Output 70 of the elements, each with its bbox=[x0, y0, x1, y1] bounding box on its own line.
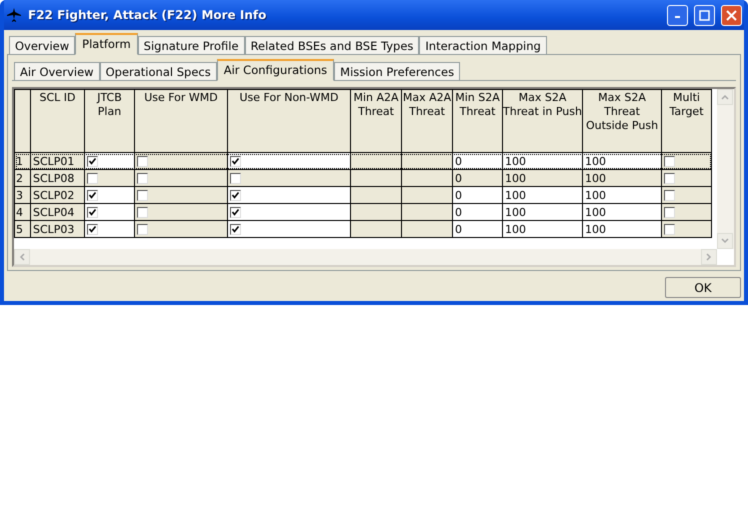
maximize-icon[interactable] bbox=[694, 4, 715, 26]
row-number: 5 bbox=[14, 220, 30, 238]
table-cell: 0 bbox=[452, 220, 502, 238]
checkbox[interactable] bbox=[87, 172, 98, 184]
table-cell: SCLP02 bbox=[30, 186, 84, 204]
checkbox[interactable] bbox=[664, 172, 675, 184]
tab[interactable]: Operational Specs bbox=[100, 62, 217, 81]
checkbox[interactable] bbox=[137, 206, 148, 218]
row-number: 4 bbox=[14, 204, 30, 220]
column-header: Max A2A Threat bbox=[402, 90, 452, 152]
column-header: Min A2A Threat bbox=[350, 90, 402, 152]
column-header: JTCB Plan bbox=[84, 90, 134, 152]
airplane-icon bbox=[6, 7, 22, 23]
checkbox[interactable] bbox=[87, 224, 98, 235]
checkbox[interactable] bbox=[230, 224, 241, 235]
checkbox[interactable] bbox=[664, 206, 675, 218]
checkbox[interactable] bbox=[230, 206, 241, 218]
table-cell: SCLP08 bbox=[30, 170, 84, 186]
table-cell: 0 bbox=[452, 170, 502, 186]
table-cell: 0 bbox=[452, 204, 502, 220]
checkbox[interactable] bbox=[664, 224, 675, 235]
tab[interactable]: Air Overview bbox=[14, 62, 100, 81]
tab[interactable]: Interaction Mapping bbox=[419, 36, 547, 55]
checkbox[interactable] bbox=[87, 156, 98, 167]
tab[interactable]: Related BSEs and BSE Types bbox=[244, 36, 420, 55]
tab[interactable]: Mission Preferences bbox=[334, 62, 460, 81]
table-cell: 100 bbox=[582, 152, 662, 170]
column-header: Min S2A Threat bbox=[452, 90, 502, 152]
checkbox[interactable] bbox=[664, 190, 675, 201]
close-icon[interactable] bbox=[721, 4, 742, 26]
column-header: Max S2A Threat in Push bbox=[502, 90, 582, 152]
minimize-icon[interactable] bbox=[667, 4, 688, 26]
column-header: Max S2A Threat Outside Push bbox=[582, 90, 662, 152]
tab[interactable]: Platform bbox=[75, 33, 138, 55]
window-title: F22 Fighter, Attack (F22) More Info bbox=[28, 8, 268, 22]
table-cell: SCLP01 bbox=[30, 152, 84, 170]
checkbox[interactable] bbox=[137, 190, 148, 201]
table-cell: 100 bbox=[582, 204, 662, 220]
table-cell: SCLP04 bbox=[30, 204, 84, 220]
checkbox[interactable] bbox=[230, 172, 241, 184]
row-number: 3 bbox=[14, 186, 30, 204]
checkbox[interactable] bbox=[230, 156, 241, 167]
checkbox[interactable] bbox=[230, 190, 241, 201]
table-cell: 100 bbox=[502, 204, 582, 220]
checkbox[interactable] bbox=[664, 156, 675, 167]
tab[interactable]: Overview bbox=[9, 36, 76, 55]
checkbox[interactable] bbox=[137, 156, 148, 167]
table-cell: 0 bbox=[452, 186, 502, 204]
column-header: SCL ID bbox=[30, 90, 84, 152]
column-header: Use For WMD bbox=[134, 90, 228, 152]
table-cell: 100 bbox=[582, 170, 662, 186]
table-cell: 100 bbox=[582, 220, 662, 238]
table-cell: 100 bbox=[502, 186, 582, 204]
tab[interactable]: Air Configurations bbox=[216, 59, 334, 81]
table-cell: 0 bbox=[452, 152, 502, 170]
table-cell: 100 bbox=[502, 170, 582, 186]
table-cell: 100 bbox=[582, 186, 662, 204]
checkbox[interactable] bbox=[87, 206, 98, 218]
row-number: 1 bbox=[14, 152, 30, 170]
checkbox[interactable] bbox=[137, 224, 148, 235]
tab[interactable]: Signature Profile bbox=[138, 36, 245, 55]
row-number: 2 bbox=[14, 170, 30, 186]
checkbox[interactable] bbox=[137, 172, 148, 184]
ok-button[interactable]: OK bbox=[665, 277, 741, 298]
checkbox[interactable] bbox=[87, 190, 98, 201]
table-cell: 100 bbox=[502, 152, 582, 170]
column-header: Multi Target bbox=[662, 90, 712, 152]
table-cell: SCLP03 bbox=[30, 220, 84, 238]
table-cell: 100 bbox=[502, 220, 582, 238]
column-header: Use For Non-WMD bbox=[228, 90, 350, 152]
